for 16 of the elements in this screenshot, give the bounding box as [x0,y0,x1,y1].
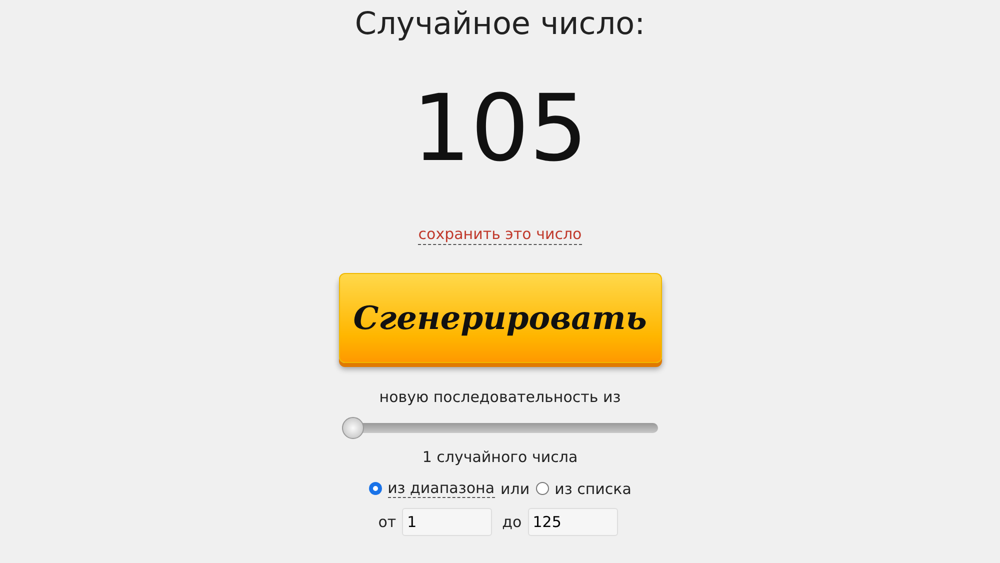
random-number: 105 [412,74,588,184]
page-title: Случайное число: [354,5,646,44]
source-option[interactable]: из диапазона [388,479,495,498]
slider-thumb[interactable] [342,417,364,439]
from-field[interactable]: 1 [402,508,492,536]
source-option[interactable]: из списка [554,480,632,498]
save-number-link[interactable]: сохранить это число [418,224,582,245]
to-label: до [502,513,522,531]
sequence-label: новую последовательность из [379,387,621,407]
from-label: от [378,513,396,531]
radio-button[interactable] [536,482,549,495]
radio-button[interactable] [368,482,382,495]
count-slider[interactable] [342,417,658,439]
count-text: 1 случайного числа [422,447,578,467]
to-field[interactable]: 125 [528,508,618,536]
or-text: или [500,480,530,498]
